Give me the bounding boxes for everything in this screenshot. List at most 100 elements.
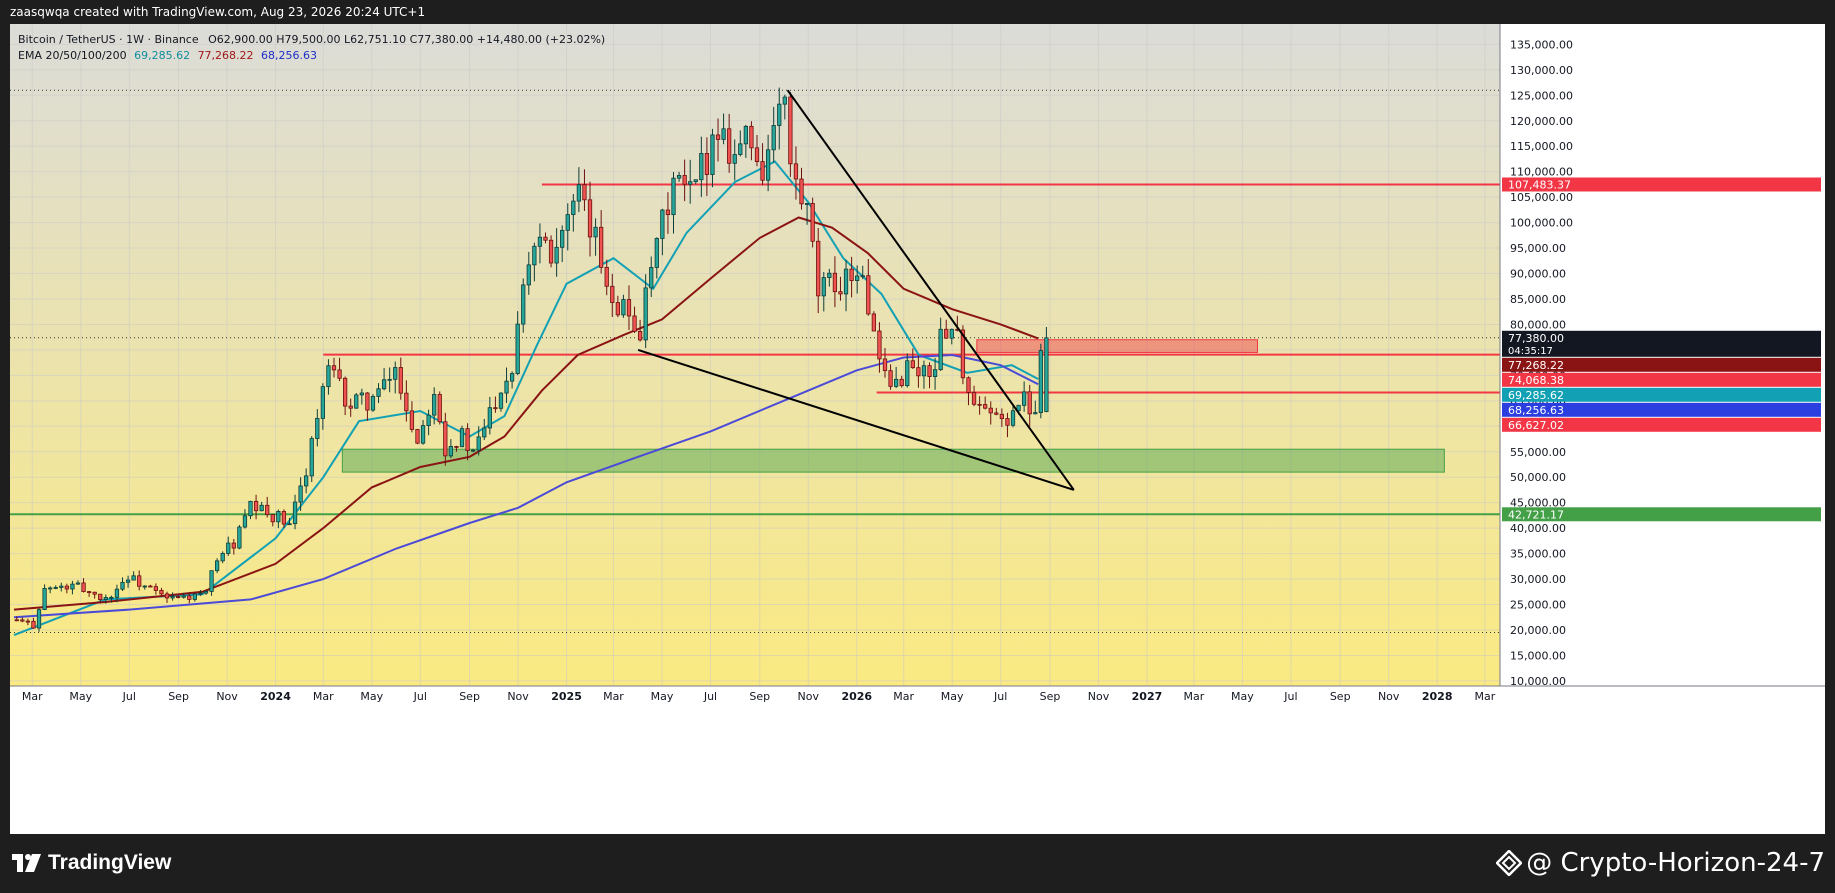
candle-body	[649, 267, 654, 289]
candle-body	[103, 597, 108, 600]
candle-body	[921, 365, 927, 377]
x-tick-label: May	[360, 690, 383, 703]
candle-body	[788, 96, 793, 165]
symbol-label[interactable]: Bitcoin / TetherUS · 1W · Binance	[18, 33, 199, 46]
watermark-text: @ Crypto-Horizon-24-7	[1526, 848, 1825, 878]
candle-body	[821, 277, 826, 297]
x-tick-label: Sep	[1330, 690, 1351, 703]
candle-body	[164, 593, 170, 599]
y-tick-label: 85,000.00	[1510, 293, 1566, 306]
header-text: zaasqwqa created with TradingView.com, A…	[10, 5, 426, 19]
candle-body	[827, 272, 832, 278]
candle-body	[226, 542, 231, 554]
candle-body	[810, 202, 815, 242]
candle-body	[983, 404, 988, 409]
candle-body	[92, 591, 97, 595]
candle-body	[426, 414, 431, 427]
candle-body	[131, 575, 136, 581]
candle-body	[888, 370, 893, 387]
y-tick-label: 120,000.00	[1510, 115, 1573, 128]
candle-body	[387, 378, 392, 381]
candle-body	[721, 128, 726, 140]
candle-body	[515, 323, 520, 374]
candle-body	[381, 379, 387, 390]
candle-body	[727, 128, 732, 164]
y-tick-label: 110,000.00	[1510, 166, 1573, 179]
candle-body	[994, 412, 999, 415]
candle-body	[882, 358, 888, 372]
candle-body	[877, 330, 882, 360]
candle-body	[137, 575, 142, 587]
tradingview-logo-icon	[12, 854, 41, 872]
x-tick-label: Jul	[993, 690, 1007, 703]
candle-body	[916, 367, 921, 377]
x-tick-label: Mar	[603, 690, 624, 703]
candle-body	[409, 410, 415, 430]
candle-body	[554, 246, 559, 264]
candle-body	[142, 585, 147, 588]
candle-body	[676, 175, 682, 179]
candle-body	[537, 236, 543, 247]
candle-body	[504, 380, 509, 394]
candle-body	[170, 596, 175, 599]
candle-body	[949, 328, 954, 339]
candle-body	[287, 523, 292, 526]
ema-label[interactable]: EMA 20/50/100/200	[18, 49, 127, 62]
candle-body	[276, 511, 281, 523]
candle-body	[220, 552, 225, 562]
candle-body	[632, 315, 637, 332]
x-tick-label: Mar	[22, 690, 43, 703]
price-tag-label: 77,380.00	[1508, 332, 1564, 345]
candle-body	[86, 591, 92, 593]
tradingview-logo[interactable]: TradingView	[12, 848, 171, 878]
candle-body	[571, 200, 576, 216]
candle-body	[560, 229, 565, 248]
candle-body	[70, 583, 75, 590]
y-tick-label: 30,000.00	[1510, 573, 1566, 586]
x-tick-label: Sep	[168, 690, 189, 703]
chart-area[interactable]: 135,000.00 130,000.00 125,000.00 120,000.00…	[10, 24, 1825, 834]
candle-body	[231, 542, 236, 549]
candle-body	[988, 407, 993, 414]
y-tick-label: 90,000.00	[1510, 268, 1566, 281]
x-tick-label: 2028	[1422, 690, 1453, 703]
candle-body	[265, 504, 270, 515]
price-tag-label: 68,256.63	[1508, 404, 1564, 417]
candle-body	[348, 405, 353, 409]
candle-body	[465, 428, 470, 451]
candle-body	[304, 475, 309, 487]
x-tick-label: 2027	[1132, 690, 1163, 703]
candle-body	[248, 500, 253, 517]
x-tick-label: Jul	[122, 690, 136, 703]
price-chart[interactable]: 135,000.00 130,000.00 125,000.00 120,000.00…	[10, 24, 1825, 834]
candle-body	[153, 586, 159, 591]
candle-body	[259, 504, 264, 512]
x-tick-label: Jul	[413, 690, 427, 703]
watermark: @ Crypto-Horizon-24-7	[1496, 848, 1825, 878]
candle-body	[565, 214, 570, 231]
candle-body	[237, 526, 242, 549]
candle-body	[688, 181, 693, 185]
candle-body	[53, 587, 58, 589]
candle-body	[393, 367, 398, 380]
candle-body	[944, 328, 949, 339]
y-tick-label: 15,000.00	[1510, 649, 1566, 662]
candle-body	[838, 291, 843, 295]
candle-body	[365, 392, 370, 411]
y-tick-label: 50,000.00	[1510, 471, 1566, 484]
candle-body	[1027, 391, 1032, 415]
x-tick-label: Sep	[1040, 690, 1061, 703]
candle-body	[176, 596, 181, 598]
candle-body	[671, 177, 676, 216]
candle-body	[242, 515, 248, 528]
candle-body	[866, 275, 871, 315]
ema200-value: 68,256.63	[261, 49, 318, 62]
price-tag-label: 42,721.17	[1508, 508, 1564, 521]
legend-symbol-row: Bitcoin / TetherUS · 1W · Binance O62,90…	[18, 32, 605, 48]
candle-body	[977, 403, 982, 406]
candle-body	[738, 143, 743, 155]
x-tick-label: Mar	[313, 690, 334, 703]
candle-body	[610, 285, 615, 303]
candle-body	[64, 585, 69, 590]
candle-body	[343, 377, 348, 407]
